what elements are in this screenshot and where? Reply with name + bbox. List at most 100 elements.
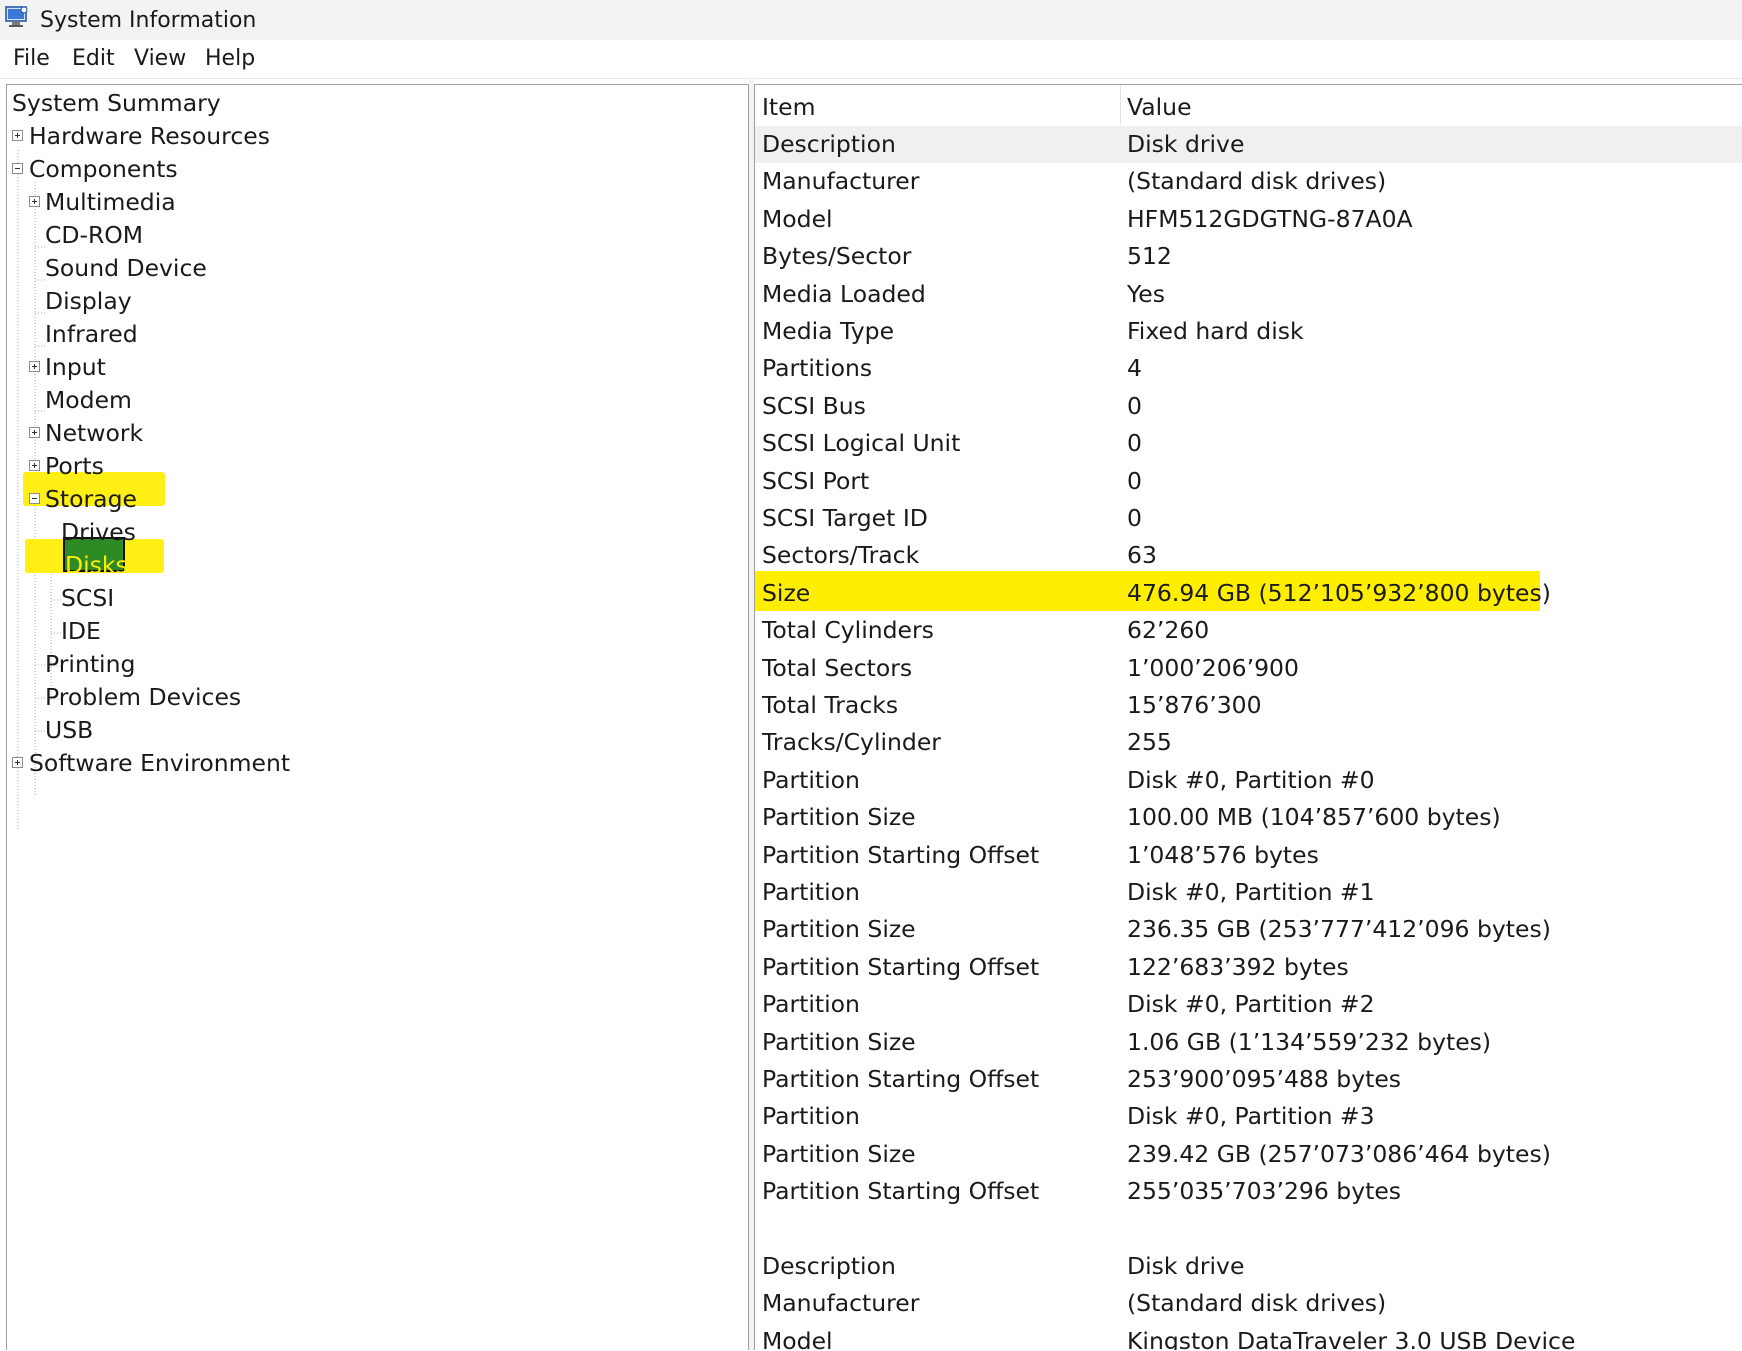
- table-row[interactable]: Partition Disk #0, Partition #0: [755, 762, 1742, 799]
- column-header-item[interactable]: Item: [762, 93, 816, 121]
- tree-item-infrared[interactable]: Infrared: [7, 317, 747, 351]
- collapse-icon[interactable]: [12, 163, 23, 174]
- table-row[interactable]: [755, 1211, 1742, 1248]
- table-row[interactable]: Media Loaded Yes: [755, 276, 1742, 313]
- row-value: Disk #0, Partition #1: [1127, 878, 1375, 906]
- row-item-label: Manufacturer: [762, 1289, 920, 1318]
- table-row[interactable]: Partition Size 1.06 GB (1’134’559’232 byt…: [755, 1024, 1742, 1061]
- table-row[interactable]: Total Cylinders 62’260: [755, 612, 1742, 649]
- menu-file[interactable]: File: [13, 46, 50, 71]
- expand-icon[interactable]: [12, 130, 23, 141]
- tree-item-ide[interactable]: IDE: [7, 614, 747, 648]
- expand-icon[interactable]: [12, 757, 23, 768]
- table-row[interactable]: Partition Size 100.00 MB (104’857’600 byt…: [755, 799, 1742, 836]
- tree-item-input[interactable]: Input: [7, 350, 747, 384]
- table-row[interactable]: Partition Size 239.42 GB (257’073’086’464…: [755, 1136, 1742, 1173]
- tree-item-multimedia[interactable]: Multimedia: [7, 185, 747, 219]
- row-item-label: Partition: [762, 990, 860, 1019]
- row-item-label: Sectors/Track: [762, 541, 920, 570]
- tree-item-scsi[interactable]: SCSI: [7, 581, 747, 615]
- row-value: 15’876’300: [1127, 691, 1262, 719]
- row-value: 62’260: [1127, 616, 1210, 645]
- tree-item-drives[interactable]: Drives: [7, 515, 747, 549]
- tree-item-ports[interactable]: Ports: [7, 449, 747, 483]
- table-row[interactable]: SCSI Bus 0: [755, 388, 1742, 425]
- tree-item-storage[interactable]: Storage: [7, 482, 747, 516]
- table-row[interactable]: Partition Size 236.35 GB (253’777’412’096…: [755, 911, 1742, 948]
- row-item-label: Partition: [762, 1102, 860, 1131]
- table-row[interactable]: Total Sectors 1’000’206’900: [755, 650, 1742, 687]
- expand-icon[interactable]: [29, 196, 40, 207]
- window-title: System Information: [40, 8, 257, 33]
- row-value: 100.00 MB (104’857’600 bytes): [1127, 803, 1501, 832]
- row-value: Yes: [1127, 279, 1165, 308]
- table-row[interactable]: Total Tracks 15’876’300: [755, 687, 1742, 724]
- tree-item-display[interactable]: Display: [7, 284, 747, 318]
- row-value: (Standard disk drives): [1127, 1289, 1387, 1318]
- table-row[interactable]: Description Disk drive: [755, 126, 1742, 163]
- table-row[interactable]: Tracks/Cylinder 255: [755, 724, 1742, 761]
- details-list[interactable]: Item Value Description Disk drive Manufact…: [754, 84, 1742, 1350]
- table-row[interactable]: Manufacturer (Standard disk drives): [755, 163, 1742, 200]
- table-row[interactable]: SCSI Logical Unit 0: [755, 425, 1742, 462]
- tree-item-printing[interactable]: Printing: [7, 647, 747, 681]
- row-item-label: SCSI Target ID: [762, 504, 928, 532]
- tree-item-problem-devices[interactable]: Problem Devices: [7, 680, 747, 714]
- tree-item-components[interactable]: Components: [7, 152, 747, 186]
- row-value: Disk #0, Partition #0: [1127, 765, 1375, 794]
- table-row[interactable]: Partition Starting Offset 253’900’095’488…: [755, 1061, 1742, 1098]
- tree-item-disks[interactable]: Disks: [7, 548, 747, 582]
- expand-icon[interactable]: [29, 427, 40, 438]
- table-row[interactable]: Media Type Fixed hard disk: [755, 313, 1742, 350]
- row-item-label: Total Sectors: [762, 653, 913, 682]
- row-value: 122’683’392 bytes: [1127, 952, 1349, 981]
- table-row[interactable]: Partition Starting Offset 1’048’576 bytes: [755, 837, 1742, 874]
- row-item-label: Manufacturer: [762, 167, 920, 196]
- menu-help[interactable]: Help: [205, 46, 255, 71]
- tree-item-system-summary[interactable]: System Summary: [7, 86, 747, 120]
- row-value: 0: [1127, 504, 1142, 532]
- table-row[interactable]: Partition Disk #0, Partition #3: [755, 1098, 1742, 1135]
- table-row[interactable]: Manufacturer (Standard disk drives): [755, 1285, 1742, 1322]
- table-row[interactable]: Partition Starting Offset 122’683’392 byt…: [755, 949, 1742, 986]
- row-item-label: Description: [762, 130, 896, 158]
- category-tree[interactable]: System Summary Hardware Resources Compon…: [6, 84, 749, 1350]
- table-row[interactable]: Sectors/Track 63: [755, 537, 1742, 574]
- table-row[interactable]: Partition Starting Offset 255’035’703’296…: [755, 1173, 1742, 1210]
- tree-item-modem[interactable]: Modem: [7, 383, 747, 417]
- menu-edit[interactable]: Edit: [72, 46, 115, 71]
- table-row[interactable]: Size 476.94 GB (512’105’932’800 bytes): [755, 570, 1742, 612]
- system-information-icon: [5, 6, 28, 27]
- row-value: 253’900’095’488 bytes: [1127, 1065, 1402, 1093]
- row-value: Disk drive: [1127, 130, 1245, 158]
- collapse-icon[interactable]: [29, 493, 40, 504]
- row-value: (Standard disk drives): [1127, 167, 1387, 196]
- column-header-value[interactable]: Value: [1127, 93, 1192, 121]
- row-value: 255: [1127, 728, 1172, 757]
- tree-item-usb[interactable]: USB: [7, 713, 747, 747]
- title-bar: System Information: [0, 0, 1742, 40]
- tree-item-network[interactable]: Network: [7, 416, 747, 450]
- table-row[interactable]: SCSI Target ID 0: [755, 500, 1742, 537]
- row-value: 1’000’206’900: [1127, 653, 1299, 682]
- table-row[interactable]: Model HFM512GDGTNG-87A0A: [755, 201, 1742, 238]
- table-row[interactable]: Bytes/Sector 512: [755, 238, 1742, 275]
- tree-item-software-environment[interactable]: Software Environment: [7, 746, 747, 780]
- expand-icon[interactable]: [29, 460, 40, 471]
- row-value: HFM512GDGTNG-87A0A: [1127, 204, 1413, 233]
- row-item-label: Bytes/Sector: [762, 242, 912, 271]
- table-row[interactable]: Model Kingston DataTraveler 3.0 USB Devic…: [755, 1323, 1742, 1350]
- menu-view[interactable]: View: [134, 46, 186, 71]
- table-row[interactable]: Description Disk drive: [755, 1248, 1742, 1285]
- column-divider[interactable]: [1120, 85, 1121, 125]
- table-row[interactable]: Partitions 4: [755, 350, 1742, 387]
- row-item-label: Model: [762, 1326, 833, 1350]
- tree-item-cd-rom[interactable]: CD-ROM: [7, 218, 747, 252]
- table-row[interactable]: Partition Disk #0, Partition #1: [755, 874, 1742, 911]
- expand-icon[interactable]: [29, 361, 40, 372]
- table-row[interactable]: Partition Disk #0, Partition #2: [755, 986, 1742, 1023]
- table-row[interactable]: SCSI Port 0: [755, 463, 1742, 500]
- tree-item-hardware-resources[interactable]: Hardware Resources: [7, 119, 747, 153]
- row-item-label: Model: [762, 204, 833, 233]
- tree-item-sound-device[interactable]: Sound Device: [7, 251, 747, 285]
